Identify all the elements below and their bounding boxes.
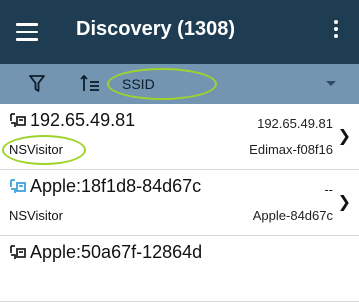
app-bar: Discovery (1308) [0,0,359,64]
device-name: Apple:50a67f-12864d [30,242,203,262]
filter-sort-toolbar: SSID [0,64,359,104]
router-icon [10,113,26,127]
device-row[interactable]: Apple:18f1d8-84d67c NSVisitor -- Apple-8… [0,170,359,236]
device-ip: -- [324,182,333,197]
overflow-menu-icon[interactable] [333,20,341,44]
sort-field-highlight [107,68,217,100]
device-ip: 192.65.49.81 [257,116,333,131]
device-row[interactable]: Apple:50a67f-12864d [0,236,359,302]
chevron-right-icon[interactable]: ❯ [338,126,351,146]
device-ssid: NSVisitor [9,208,63,223]
device-list: 192.65.49.81 NSVisitor 192.65.49.81 Edim… [0,104,359,302]
chevron-right-icon[interactable]: ❯ [338,192,351,212]
dropdown-arrow-icon[interactable] [326,81,336,86]
page-title: Discovery (1308) [76,18,235,40]
ssid-highlight [2,135,86,165]
device-row[interactable]: 192.65.49.81 NSVisitor 192.65.49.81 Edim… [0,104,359,170]
device-vendor: Edimax-f08f16 [249,142,333,157]
sort-icon[interactable] [80,74,100,94]
device-name: Apple:18f1d8-84d67c [30,176,202,196]
hamburger-menu-icon[interactable] [16,20,38,42]
router-icon [10,245,26,259]
device-name: 192.65.49.81 [30,110,136,130]
wireless-device-icon [10,179,26,193]
device-vendor: Apple-84d67c [252,208,333,223]
filter-icon[interactable] [29,75,45,93]
